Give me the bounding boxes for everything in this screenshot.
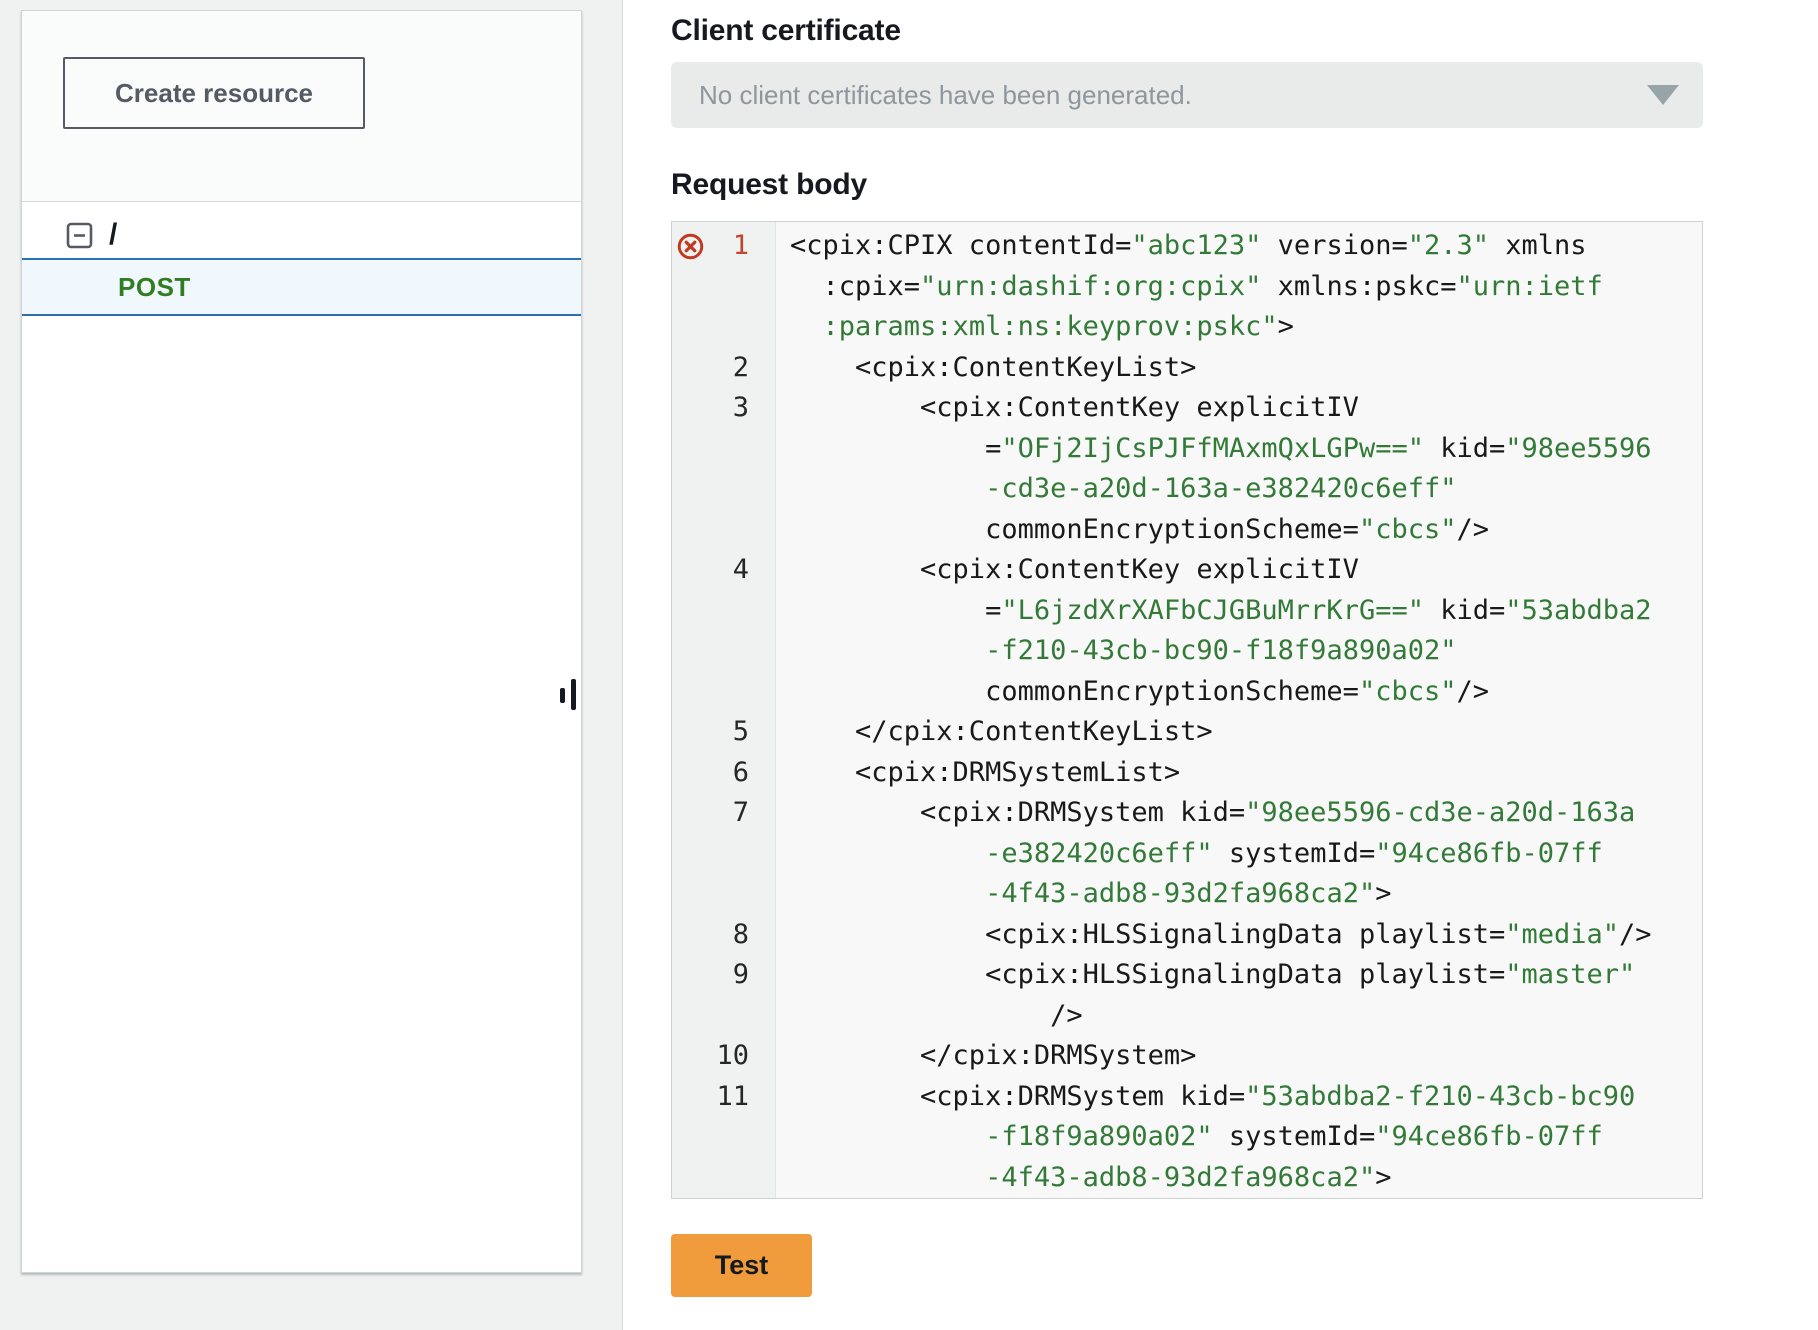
code-row: :cpix="urn:dashif:org:cpix" xmlns:pskc="… (672, 267, 1702, 308)
code-text: </cpix:ContentKeyList> (776, 712, 1213, 753)
minus-square-icon[interactable] (66, 222, 93, 249)
resize-bar-short (560, 688, 565, 703)
code-row: -4f43-adb8-93d2fa968ca2"> (672, 1158, 1702, 1199)
code-text: <cpix:DRMSystemList> (776, 753, 1180, 794)
code-text: :params:xml:ns:keyprov:pskc"> (776, 307, 1294, 348)
code-text: <cpix:CPIX contentId="abc123" version="2… (776, 226, 1587, 267)
line-number: 4 (672, 550, 776, 591)
code-text: <cpix:ContentKey explicitIV (776, 550, 1359, 591)
line-number (672, 874, 776, 915)
request-body-title: Request body (671, 168, 867, 202)
line-number: 3 (672, 388, 776, 429)
line-number: 10 (672, 1036, 776, 1077)
code-row: :params:xml:ns:keyprov:pskc"> (672, 307, 1702, 348)
line-number (672, 510, 776, 551)
code-text: <cpix:ContentKey explicitIV (776, 388, 1359, 429)
resize-bar-tall (571, 679, 576, 710)
line-number (672, 429, 776, 470)
caret-down-icon (1647, 85, 1679, 105)
test-invoke-panel: Client certificate No client certificate… (622, 0, 1818, 1330)
code-text: <cpix:ContentKeyList> (776, 348, 1196, 389)
test-button[interactable]: Test (671, 1234, 812, 1297)
line-number: 1 (672, 226, 776, 267)
line-number (672, 267, 776, 308)
client-certificate-dropdown-value: No client certificates have been generat… (699, 62, 1192, 128)
code-row: 3 <cpix:ContentKey explicitIV (672, 388, 1702, 429)
client-certificate-dropdown[interactable]: No client certificates have been generat… (671, 62, 1703, 128)
code-text: commonEncryptionScheme="cbcs"/> (776, 510, 1489, 551)
code-text: <cpix:HLSSignalingData playlist="master" (776, 955, 1635, 996)
create-resource-button[interactable]: Create resource (63, 57, 365, 129)
code-text: -f18f9a890a02" systemId="94ce86fb-07ff (776, 1117, 1603, 1158)
code-text: -e382420c6eff" systemId="94ce86fb-07ff (776, 834, 1603, 875)
code-row: 10 </cpix:DRMSystem> (672, 1036, 1702, 1077)
line-number (672, 834, 776, 875)
code-row: commonEncryptionScheme="cbcs"/> (672, 510, 1702, 551)
line-number (672, 469, 776, 510)
code-row: -cd3e-a20d-163a-e382420c6eff" (672, 469, 1702, 510)
code-row: 7 <cpix:DRMSystem kid="98ee5596-cd3e-a20… (672, 793, 1702, 834)
line-number: 11 (672, 1077, 776, 1118)
line-number: 6 (672, 753, 776, 794)
line-number (672, 1158, 776, 1199)
line-number (672, 672, 776, 713)
code-text: <cpix:HLSSignalingData playlist="media"/… (776, 915, 1652, 956)
code-text: /> (776, 996, 1083, 1037)
code-row: ="OFj2IjCsPJFfMAxmQxLGPw==" kid="98ee559… (672, 429, 1702, 470)
code-row: 11 <cpix:DRMSystem kid="53abdba2-f210-43… (672, 1077, 1702, 1118)
code-row: 6 <cpix:DRMSystemList> (672, 753, 1702, 794)
client-certificate-title: Client certificate (671, 14, 901, 48)
code-text: <cpix:DRMSystem kid="53abdba2-f210-43cb-… (776, 1077, 1635, 1118)
line-number (672, 1117, 776, 1158)
code-row: -e382420c6eff" systemId="94ce86fb-07ff (672, 834, 1702, 875)
line-number: 9 (672, 955, 776, 996)
request-body-editor[interactable]: 1<cpix:CPIX contentId="abc123" version="… (671, 221, 1703, 1199)
line-number: 8 (672, 915, 776, 956)
resource-root-label: / (109, 218, 117, 252)
code-row: /> (672, 996, 1702, 1037)
resources-panel: Create resource / POST (21, 10, 582, 1273)
resource-tree-root[interactable]: / (22, 209, 581, 261)
line-number (672, 996, 776, 1037)
code-text: </cpix:DRMSystem> (776, 1036, 1196, 1077)
code-text: -4f43-adb8-93d2fa968ca2"> (776, 1158, 1391, 1199)
circle-x-icon (677, 233, 704, 260)
code-row: commonEncryptionScheme="cbcs"/> (672, 672, 1702, 713)
code-row: -f18f9a890a02" systemId="94ce86fb-07ff (672, 1117, 1702, 1158)
pane-resize-handle-icon[interactable] (560, 679, 577, 710)
code-text: -f210-43cb-bc90-f18f9a890a02" (776, 631, 1456, 672)
code-row: ="L6jzdXrXAFbCJGBuMrrKrG==" kid="53abdba… (672, 591, 1702, 632)
line-number: 5 (672, 712, 776, 753)
line-number: 7 (672, 793, 776, 834)
code-row: 9 <cpix:HLSSignalingData playlist="maste… (672, 955, 1702, 996)
resources-panel-header: Create resource (22, 11, 581, 202)
method-post-label: POST (118, 272, 191, 303)
code-row: 5 </cpix:ContentKeyList> (672, 712, 1702, 753)
line-number: 2 (672, 348, 776, 389)
code-text: :cpix="urn:dashif:org:cpix" xmlns:pskc="… (776, 267, 1603, 308)
code-row: 2 <cpix:ContentKeyList> (672, 348, 1702, 389)
code-row: -4f43-adb8-93d2fa968ca2"> (672, 874, 1702, 915)
code-text: -cd3e-a20d-163a-e382420c6eff" (776, 469, 1456, 510)
code-text: <cpix:DRMSystem kid="98ee5596-cd3e-a20d-… (776, 793, 1635, 834)
line-number (672, 591, 776, 632)
code-text: commonEncryptionScheme="cbcs"/> (776, 672, 1489, 713)
line-number (672, 631, 776, 672)
code-row: 1<cpix:CPIX contentId="abc123" version="… (672, 226, 1702, 267)
code-row: -f210-43cb-bc90-f18f9a890a02" (672, 631, 1702, 672)
line-number (672, 307, 776, 348)
code-row: 4 <cpix:ContentKey explicitIV (672, 550, 1702, 591)
code-text: ="OFj2IjCsPJFfMAxmQxLGPw==" kid="98ee559… (776, 429, 1652, 470)
method-post-item[interactable]: POST (22, 258, 581, 316)
code-rows: 1<cpix:CPIX contentId="abc123" version="… (672, 222, 1702, 1198)
code-text: ="L6jzdXrXAFbCJGBuMrrKrG==" kid="53abdba… (776, 591, 1652, 632)
code-text: -4f43-adb8-93d2fa968ca2"> (776, 874, 1391, 915)
code-row: 8 <cpix:HLSSignalingData playlist="media… (672, 915, 1702, 956)
